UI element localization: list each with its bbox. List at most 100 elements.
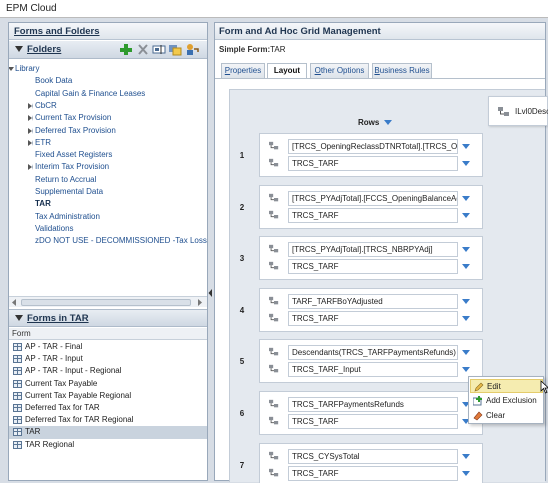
form-list-item[interactable]: AP - TAR - Input [9,353,207,365]
member-dropdown-icon[interactable] [462,470,470,476]
form-list-item-label: Deferred Tax for TAR [25,402,100,412]
form-list-item-label: AP - TAR - Input - Regional [25,366,122,376]
form-grid-icon [13,379,22,388]
folder-tree-item[interactable]: Fixed Asset Registers [9,150,207,162]
folder-tree-item[interactable]: Library [9,64,207,76]
member-selection-field[interactable]: TRCS_TARF [288,310,458,326]
folder-tree-item[interactable]: Deferred Tax Provision [9,126,207,138]
tab-business-rules[interactable]: Business Rules [372,63,432,78]
collapsed-arrow-icon[interactable] [28,139,33,146]
member-selection-field[interactable]: TARF_TARFBoYAdjusted [288,293,458,309]
member-dropdown-icon[interactable] [462,298,470,304]
forms-and-folders-title: Forms and Folders [14,26,100,37]
forms-column-header[interactable]: Form [9,328,207,340]
collapsed-arrow-icon[interactable] [28,115,33,122]
tab-label: Layout [273,66,301,75]
collapsed-arrow-icon[interactable] [28,127,33,134]
row-member-box: TRCS_CYSysTotal TRCS_TARF [259,442,483,483]
context-menu-edit-label: Edit [487,382,501,391]
panel-splitter[interactable] [208,288,213,298]
row-member-box: Descendants(TRCS_TARFPaymentsRefunds) TRC… [259,339,483,384]
member-dropdown-icon[interactable] [462,195,470,201]
member-selection-field[interactable]: TRCS_CYSysTotal [288,448,458,464]
folder-tree-item[interactable]: Interim Tax Provision [9,162,207,174]
context-menu-clear[interactable]: Clear [470,409,543,423]
member-selection-field[interactable]: [TRCS_PYAdjTotal].[TRCS_NBRPYAdj] [288,242,458,258]
collapsed-arrow-icon[interactable] [28,102,33,109]
member-selection-field[interactable]: [TRCS_OpeningReclassDTNRTotal].[TRCS_Ope [288,139,458,154]
form-list-item[interactable]: AP - TAR - Final [9,341,207,353]
member-dropdown-icon[interactable] [462,350,470,356]
folder-tree-item[interactable]: Tax Administration [9,212,207,224]
member-line: [TRCS_OpeningReclassDTNRTotal].[TRCS_Ope [263,139,475,154]
folders-header[interactable]: Folders [9,41,207,59]
folder-tree-item[interactable]: Return to Accrual [9,175,207,187]
scroll-thumb[interactable] [21,299,191,306]
form-list-item[interactable]: TAR Regional [9,439,207,451]
member-selection-field[interactable]: TRCS_TARF [288,465,458,481]
member-selection-field[interactable]: TRCS_TARF [288,156,458,171]
folders-header-label: Folders [27,44,62,55]
member-dropdown-icon[interactable] [462,453,470,459]
folder-tree-item[interactable]: zDO NOT USE - DECOMMISSIONED -Tax Losses… [9,236,207,248]
context-menu-edit[interactable]: Edit [470,379,543,393]
member-dropdown-icon[interactable] [462,315,470,321]
scroll-left-icon[interactable] [10,298,20,307]
member-dropdown-icon[interactable] [462,264,470,270]
folder-tree-item[interactable]: Validations [9,224,207,236]
collapse-triangle-icon[interactable] [15,46,23,52]
delete-icon[interactable] [136,43,150,56]
member-line: [TRCS_PYAdjTotal].[TRCS_NBRPYAdj] [263,242,475,258]
member-selection-field[interactable]: TRCS_TARF [288,207,458,223]
member-selection-field[interactable]: TRCS_TARF_Input [288,362,458,378]
assign-access-icon[interactable] [185,43,199,56]
tab-properties[interactable]: Properties [221,63,265,78]
form-list-item[interactable]: Current Tax Payable Regional [9,390,207,402]
expand-arrow-icon[interactable] [9,67,14,71]
forms-column-label: Form [12,329,31,338]
member-selection-field[interactable]: TRCS_TARF [288,414,458,429]
rename-icon[interactable] [152,43,166,56]
move-folder-icon[interactable] [168,43,182,56]
member-selection-field[interactable]: TRCS_TARF [288,259,458,275]
form-list-item[interactable]: TAR [9,426,207,439]
add-folder-icon[interactable] [119,43,133,56]
forms-list: AP - TAR - Final AP - TAR - Input AP - TAR… [9,341,207,451]
folder-tree-item[interactable]: CbCR [9,101,207,113]
member-selection-field[interactable]: TRCS_TARFPaymentsRefunds [288,397,458,412]
form-list-item[interactable]: Deferred Tax for TAR Regional [9,414,207,426]
row-number: 6 [239,409,245,418]
member-dropdown-icon[interactable] [462,144,470,149]
folder-tree-item[interactable]: Current Tax Provision [9,113,207,125]
pov-dimension-box[interactable]: ILvl0Desc [488,96,548,126]
form-list-item-label: Deferred Tax for TAR Regional [25,415,134,425]
member-line: TRCS_TARFPaymentsRefunds [263,397,475,412]
forms-in-folder-header[interactable]: Forms in TAR [9,309,207,327]
tab-other-options[interactable]: Other Options [310,63,369,78]
member-selection-field[interactable]: Descendants(TRCS_TARFPaymentsRefunds) [288,345,458,361]
folder-tree-item[interactable]: TAR [9,199,207,211]
rows-dropdown-icon[interactable] [384,120,392,125]
folder-tree-item[interactable]: Supplemental Data [9,187,207,199]
member-dropdown-icon[interactable] [462,247,470,253]
folder-tree-item[interactable]: Book Data [9,76,207,88]
collapse-triangle-icon[interactable] [15,315,23,321]
form-list-item[interactable]: Deferred Tax for TAR [9,402,207,414]
context-menu-add-exclusion-label: Add Exclusion [486,396,537,405]
collapsed-arrow-icon[interactable] [28,164,33,171]
member-line: TRCS_TARF_Input [263,362,475,378]
member-dropdown-icon[interactable] [462,212,470,218]
rows-label: Rows [358,118,380,127]
tree-horizontal-scrollbar[interactable] [9,296,207,307]
tab-layout[interactable]: Layout [267,63,307,79]
member-selection-field[interactable]: [TRCS_PYAdjTotal].[FCCS_OpeningBalanceAd… [288,190,458,206]
member-dropdown-icon[interactable] [462,367,470,373]
scroll-right-icon[interactable] [195,298,205,307]
folder-tree-item[interactable]: Capital Gain & Finance Leases [9,89,207,101]
dimension-icon [269,399,279,409]
folder-tree-item[interactable]: ETR [9,138,207,150]
form-list-item[interactable]: AP - TAR - Input - Regional [9,365,207,377]
form-list-item[interactable]: Current Tax Payable [9,378,207,390]
member-dropdown-icon[interactable] [462,161,470,166]
context-menu-add-exclusion[interactable]: Add Exclusion [470,394,543,408]
